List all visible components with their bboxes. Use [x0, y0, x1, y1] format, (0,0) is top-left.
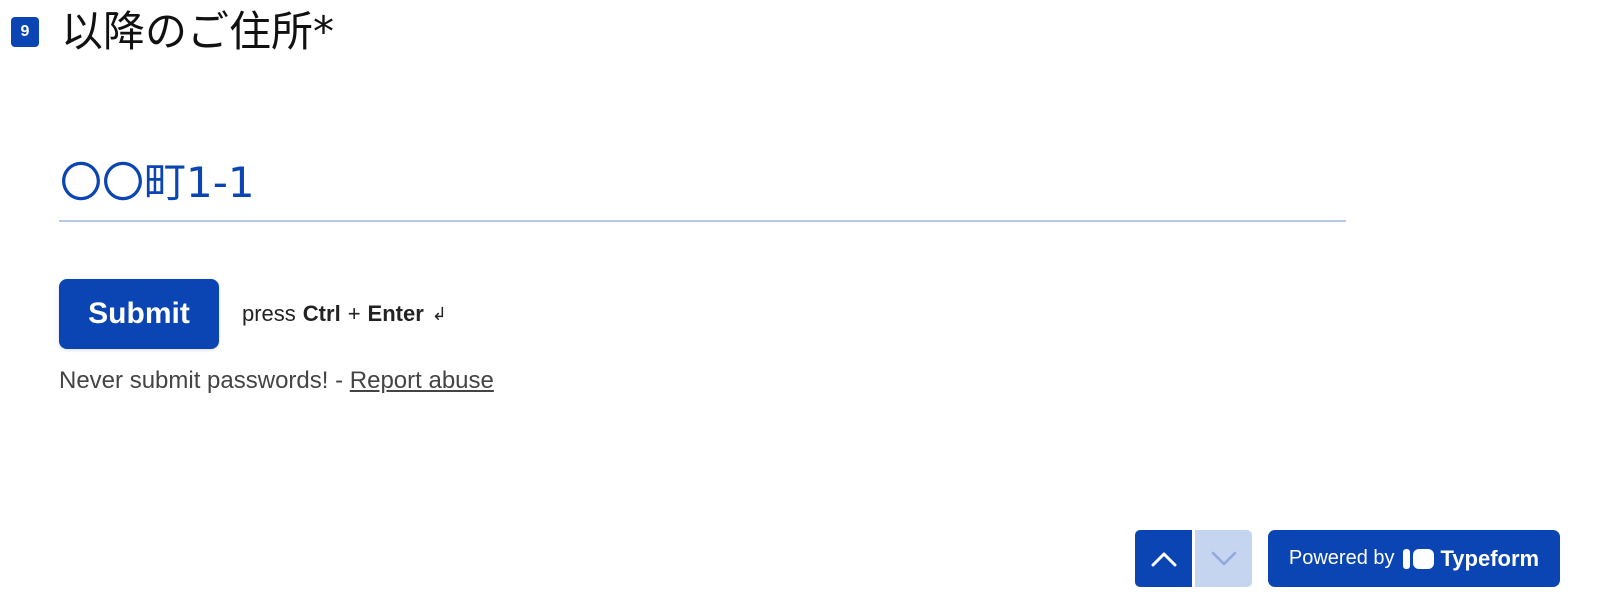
password-warning: Never submit passwords! - Report abuse [59, 367, 494, 395]
hint-key-ctrl: Ctrl [302, 301, 341, 326]
powered-by-typeform-badge[interactable]: Powered by Typeform [1268, 530, 1560, 587]
next-question-button[interactable] [1195, 530, 1252, 587]
hint-key-enter: Enter [367, 301, 424, 326]
typeform-logo-icon [1402, 548, 1434, 569]
report-abuse-link[interactable]: Report abuse [350, 367, 494, 394]
hint-plus: + [347, 301, 361, 326]
question-title: 以降のご住所* [61, 7, 335, 56]
typeform-brand: Typeform [1440, 545, 1540, 571]
chevron-up-icon [1151, 552, 1176, 566]
previous-question-button[interactable] [1135, 530, 1192, 587]
keyboard-hint: press Ctrl + Enter ↲ [242, 301, 447, 327]
typeform-page: 9 以降のご住所* 〇〇町1-1 Submit press Ctrl + Ent… [0, 0, 1600, 611]
submit-row: Submit press Ctrl + Enter ↲ [59, 279, 447, 349]
question-number-badge: 9 [11, 17, 39, 47]
enter-icon: ↲ [431, 303, 447, 324]
answer-value[interactable]: 〇〇町1-1 [59, 153, 255, 213]
hint-prefix: press [242, 301, 296, 326]
powered-by-label: Powered by [1288, 547, 1395, 569]
question-header: 9 以降のご住所* [11, 6, 334, 58]
submit-button[interactable]: Submit [59, 279, 219, 349]
address-answer-input[interactable]: 〇〇町1-1 [59, 146, 1346, 222]
chevron-down-icon [1211, 551, 1236, 565]
warning-text: Never submit passwords! - [59, 367, 350, 394]
